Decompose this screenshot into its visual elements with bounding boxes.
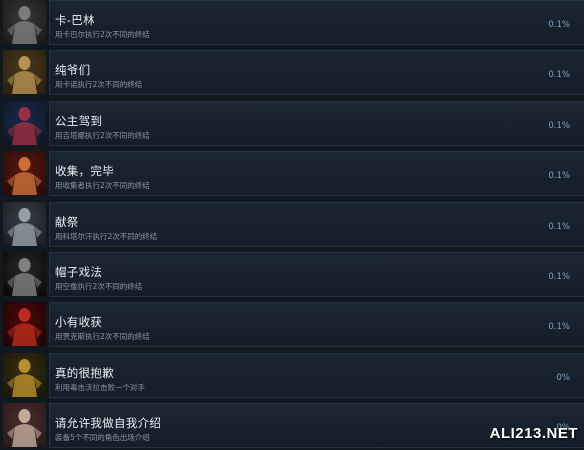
- achievement-description: 用卡诺执行2次不同的终结: [55, 80, 143, 89]
- watermark-text: ALI213.NET: [489, 425, 578, 442]
- red-robed-fighter-icon: [3, 403, 46, 447]
- achievement-panel: 小有收获用贾克斯执行2次不同的终结 0.1%: [49, 302, 584, 347]
- achievement-panel: 帽子戏法用空像执行2次不同的终结 0.1%: [49, 252, 584, 297]
- achievement-description: 用吉塔娜执行2次不同的终结: [55, 131, 150, 140]
- achievement-panel: 献祭用科塔尔汗执行2次不同的终结 0.1%: [49, 202, 584, 247]
- achievement-row[interactable]: 公主驾到用吉塔娜执行2次不同的终结 0.1%: [0, 101, 584, 148]
- gold-creature-icon: [3, 353, 46, 397]
- achievement-description: 用空像执行2次不同的终结: [55, 282, 143, 291]
- hat-fighter-icon: [3, 252, 46, 296]
- unlock-percentage: 0.1%: [548, 272, 570, 282]
- muscular-fighter-icon: [3, 50, 46, 94]
- achievement-description: 利用毒击沃拉击败一个对手: [55, 383, 145, 392]
- achievement-title: 小有收获: [55, 315, 103, 329]
- red-warrior-icon: [3, 302, 46, 346]
- unlock-percentage: 0.1%: [548, 70, 570, 80]
- princess-fighter-icon: [3, 101, 46, 145]
- achievement-panel: 真的很抱歉利用毒击沃拉击败一个对手 0%: [49, 353, 584, 398]
- unlock-percentage: 0%: [556, 373, 571, 383]
- achievement-panel: 公主驾到用吉塔娜执行2次不同的终结 0.1%: [49, 101, 584, 146]
- achievement-title: 请允许我做自我介绍: [55, 416, 162, 430]
- achievement-panel: 收集，完毕用收集者执行2次不同的终结 0.1%: [49, 151, 584, 196]
- achievement-description: 用卡巴尔执行2次不同的终结: [55, 30, 150, 39]
- achievement-row[interactable]: 帽子戏法用空像执行2次不同的终结 0.1%: [0, 252, 584, 299]
- grey-warrior-icon: [3, 202, 46, 246]
- achievement-description: 用贾克斯执行2次不同的终结: [55, 332, 150, 341]
- achievement-title: 帽子戏法: [55, 265, 103, 279]
- unlock-percentage: 0.1%: [548, 322, 570, 332]
- achievement-title: 卡-巴林: [55, 13, 95, 27]
- achievement-row[interactable]: 卡-巴林用卡巴尔执行2次不同的终结 0.1%: [0, 0, 584, 47]
- achievement-row[interactable]: 真的很抱歉利用毒击沃拉击败一个对手 0%: [0, 353, 584, 400]
- achievement-description: 用收集者执行2次不同的终结: [55, 181, 150, 190]
- unlock-percentage: 0.1%: [548, 222, 570, 232]
- cyborg-character-icon: [3, 0, 46, 44]
- achievement-title: 收集，完毕: [55, 164, 114, 178]
- unlock-percentage: 0.1%: [548, 121, 570, 131]
- unlock-percentage: 0.1%: [548, 20, 570, 30]
- collector-character-icon: [3, 151, 46, 195]
- achievement-row[interactable]: 献祭用科塔尔汗执行2次不同的终结 0.1%: [0, 202, 584, 249]
- achievement-title: 纯爷们: [55, 63, 91, 77]
- achievement-row[interactable]: 收集，完毕用收集者执行2次不同的终结 0.1%: [0, 151, 584, 198]
- unlock-percentage: 0.1%: [548, 171, 570, 181]
- achievement-panel: 卡-巴林用卡巴尔执行2次不同的终结 0.1%: [49, 0, 584, 45]
- achievement-title: 真的很抱歉: [55, 366, 114, 380]
- achievement-row[interactable]: 纯爷们用卡诺执行2次不同的终结 0.1%: [0, 50, 584, 97]
- achievement-description: 装备5个不同的角色出场介绍: [55, 433, 150, 442]
- achievement-title: 公主驾到: [55, 114, 103, 128]
- achievement-panel: 纯爷们用卡诺执行2次不同的终结 0.1%: [49, 50, 584, 95]
- achievement-row[interactable]: 小有收获用贾克斯执行2次不同的终结 0.1%: [0, 302, 584, 349]
- achievement-title: 献祭: [55, 215, 79, 229]
- achievement-description: 用科塔尔汗执行2次不同的终结: [55, 232, 158, 241]
